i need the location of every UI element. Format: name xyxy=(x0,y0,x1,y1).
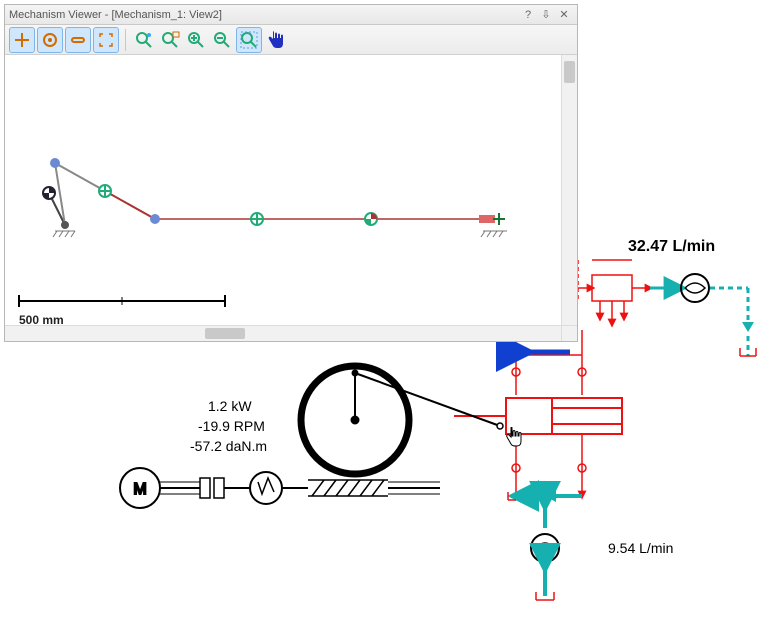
cursor-hand-icon xyxy=(505,427,523,447)
svg-text:M: M xyxy=(133,481,146,498)
horizontal-scrollbar[interactable] xyxy=(5,325,561,341)
close-button[interactable]: ✕ xyxy=(555,7,573,23)
power-readout: 1.2 kW xyxy=(208,398,252,414)
zoom-window-button[interactable] xyxy=(132,28,156,52)
zoom-region-button[interactable] xyxy=(236,27,262,53)
torque-readout: -57.2 daN.m xyxy=(190,438,267,454)
speed-readout: -19.9 RPM xyxy=(198,418,265,434)
flywheel xyxy=(301,366,503,474)
zoom-fit-button[interactable] xyxy=(158,28,182,52)
pivot-joint-button[interactable] xyxy=(37,27,63,53)
pan-button[interactable] xyxy=(264,28,288,52)
hydraulic-cylinder xyxy=(454,398,622,434)
flow-top-readout: 32.47 L/min xyxy=(628,238,715,256)
mechanism-canvas[interactable]: 500 mm xyxy=(5,55,577,341)
help-button[interactable]: ? xyxy=(519,7,537,23)
zoom-out-button[interactable] xyxy=(210,28,234,52)
scroll-corner xyxy=(561,325,577,341)
mechanism-viewer-panel: Mechanism Viewer - [Mechanism_1: View2] … xyxy=(4,4,578,342)
pin-button[interactable]: ⇩ xyxy=(537,7,555,23)
panel-title: Mechanism Viewer - [Mechanism_1: View2] xyxy=(9,9,519,21)
panel-toolbar xyxy=(5,25,577,55)
panel-titlebar[interactable]: Mechanism Viewer - [Mechanism_1: View2] … xyxy=(5,5,577,25)
drivetrain: M xyxy=(120,468,440,508)
link-tool-button[interactable] xyxy=(65,27,91,53)
vertical-scrollbar[interactable] xyxy=(561,55,577,325)
fit-view-button[interactable] xyxy=(93,27,119,53)
toolbar-separator xyxy=(125,29,126,51)
flow-bottom-readout: 9.54 L/min xyxy=(608,540,673,556)
add-joint-button[interactable] xyxy=(9,27,35,53)
zoom-in-button[interactable] xyxy=(184,28,208,52)
